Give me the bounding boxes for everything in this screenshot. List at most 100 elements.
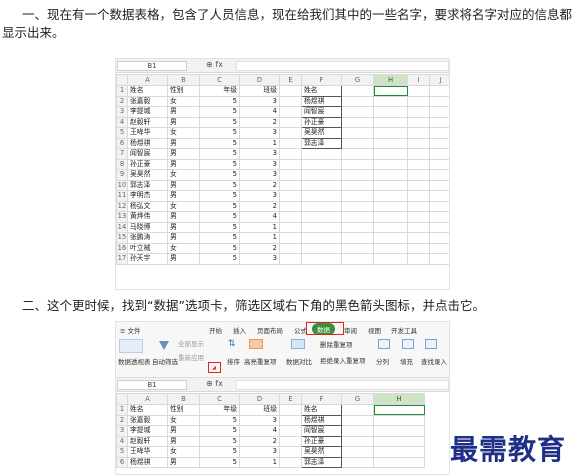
reapply-button[interactable]: 重新应用	[178, 352, 204, 362]
cell[interactable]: 张鹏涛	[127, 232, 168, 244]
cell[interactable]: 女	[167, 95, 200, 107]
cell[interactable]	[373, 158, 408, 170]
column-header[interactable]: D	[239, 393, 280, 405]
cell[interactable]	[407, 242, 430, 254]
cell[interactable]: 性别	[167, 404, 200, 416]
row-header[interactable]: 17	[116, 253, 128, 265]
cell[interactable]: 5	[199, 179, 240, 191]
cell[interactable]	[279, 85, 302, 97]
cell[interactable]	[429, 158, 449, 170]
cell[interactable]	[407, 137, 430, 149]
cell[interactable]	[341, 190, 374, 202]
fill-button[interactable]: 填充	[400, 356, 413, 366]
cell[interactable]	[429, 127, 449, 139]
row-header[interactable]: 6	[116, 456, 128, 468]
cell[interactable]	[407, 232, 430, 244]
cell[interactable]	[341, 446, 374, 458]
row-header[interactable]: 8	[116, 158, 128, 170]
cell[interactable]: 姓名	[301, 85, 342, 97]
cell[interactable]: 李提城	[127, 425, 168, 437]
cell[interactable]	[301, 200, 342, 212]
cell[interactable]	[373, 127, 408, 139]
cell[interactable]	[429, 221, 449, 233]
cell[interactable]: 张嘉毅	[127, 95, 168, 107]
cell[interactable]	[407, 190, 430, 202]
cell[interactable]	[429, 242, 449, 254]
cell[interactable]: 3	[239, 158, 280, 170]
sort-button[interactable]: 排序	[227, 356, 240, 366]
cell[interactable]	[341, 404, 374, 416]
cell[interactable]	[279, 404, 302, 416]
cell[interactable]	[429, 148, 449, 160]
cell[interactable]: 叶立械	[127, 242, 168, 254]
cell[interactable]: 男	[167, 232, 200, 244]
cell[interactable]	[279, 242, 302, 254]
cell[interactable]	[279, 137, 302, 149]
cell[interactable]: 3	[239, 253, 280, 265]
cell[interactable]: 姓名	[301, 404, 342, 416]
data-compare-button[interactable]: 数据对比	[286, 356, 312, 366]
row-header[interactable]: 14	[116, 221, 128, 233]
cell[interactable]: 阎智宸	[301, 425, 342, 437]
cell[interactable]: 杨煜祺	[127, 456, 168, 468]
row-header[interactable]: 6	[116, 137, 128, 149]
cell[interactable]: 5	[199, 221, 240, 233]
cell[interactable]: 杨煜祺	[127, 137, 168, 149]
cell[interactable]: 5	[199, 127, 240, 139]
cell[interactable]	[373, 169, 408, 181]
lookup-entry-icon[interactable]	[425, 339, 437, 349]
cell[interactable]: 杨煜祺	[301, 414, 342, 426]
fx-icon[interactable]: ⊕ fx	[206, 379, 223, 388]
cell[interactable]	[407, 127, 430, 139]
cell[interactable]: 3	[239, 127, 280, 139]
cell[interactable]: 3	[239, 414, 280, 426]
selected-cell[interactable]	[373, 404, 425, 416]
cell[interactable]	[279, 148, 302, 160]
cell[interactable]	[279, 158, 302, 170]
cell[interactable]: 5	[199, 242, 240, 254]
cell[interactable]: 年级	[199, 404, 240, 416]
cell[interactable]: 2	[239, 242, 280, 254]
cell[interactable]: 阎智宸	[127, 148, 168, 160]
column-header[interactable]: B	[167, 74, 200, 86]
cell[interactable]	[407, 179, 430, 191]
cell[interactable]	[373, 435, 425, 447]
row-header[interactable]: 11	[116, 190, 128, 202]
corner-cell[interactable]	[116, 393, 128, 405]
remove-duplicates-button[interactable]: 删除重复项	[320, 339, 353, 349]
cell[interactable]: 5	[199, 95, 240, 107]
pivot-table-icon[interactable]	[119, 339, 143, 353]
cell[interactable]	[373, 414, 425, 426]
row-header[interactable]: 2	[116, 414, 128, 426]
selected-cell[interactable]	[373, 85, 408, 97]
cell[interactable]	[341, 242, 374, 254]
cell[interactable]: 赵毅轩	[127, 435, 168, 447]
tab-developer[interactable]: 开发工具	[391, 325, 417, 335]
cell[interactable]	[301, 221, 342, 233]
cell[interactable]: 男	[167, 425, 200, 437]
cell[interactable]: 5	[199, 414, 240, 426]
cell[interactable]: 5	[199, 190, 240, 202]
cell[interactable]	[373, 106, 408, 118]
cell[interactable]	[407, 85, 430, 97]
row-header[interactable]: 16	[116, 242, 128, 254]
cell[interactable]	[279, 190, 302, 202]
cell[interactable]	[373, 232, 408, 244]
cell[interactable]	[341, 127, 374, 139]
cell[interactable]	[341, 253, 374, 265]
lookup-entry-button[interactable]: 查找录入	[421, 356, 447, 366]
cell[interactable]: 赵毅轩	[127, 116, 168, 128]
cell[interactable]	[373, 253, 408, 265]
cell[interactable]	[341, 414, 374, 426]
cell[interactable]	[279, 116, 302, 128]
cell[interactable]: 男	[167, 211, 200, 223]
tab-insert[interactable]: 插入	[233, 325, 246, 335]
row-header[interactable]: 3	[116, 106, 128, 118]
cell[interactable]	[341, 158, 374, 170]
cell[interactable]: 女	[167, 169, 200, 181]
cell[interactable]: 男	[167, 106, 200, 118]
filter-icon[interactable]	[159, 341, 169, 351]
cell[interactable]: 4	[239, 425, 280, 437]
cell[interactable]	[279, 446, 302, 458]
cell[interactable]	[341, 456, 374, 468]
